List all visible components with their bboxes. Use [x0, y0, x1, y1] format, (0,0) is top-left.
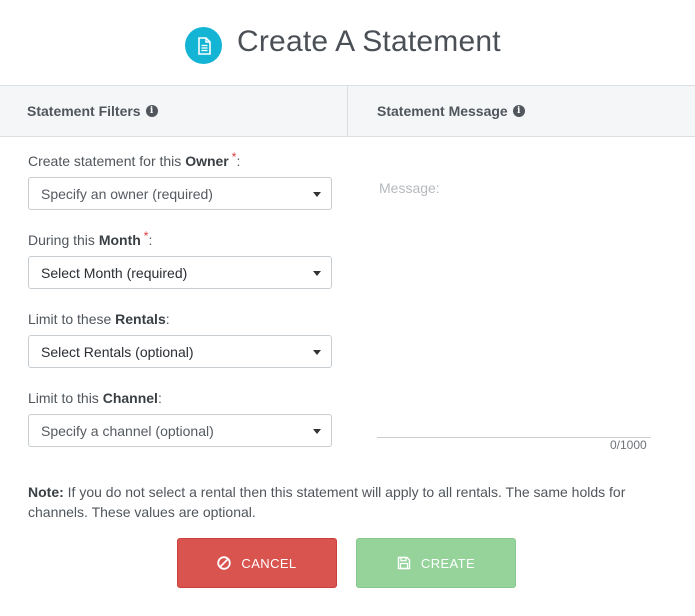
rentals-label: Limit to these Rentals:: [28, 311, 170, 327]
cancel-button-label: CANCEL: [241, 555, 297, 571]
message-placeholder: Message:: [379, 180, 440, 196]
note-text: Note: If you do not select a rental then…: [28, 482, 678, 522]
required-mark: *: [143, 229, 149, 243]
statement-filters-label: Statement Filters: [27, 103, 141, 119]
channel-label-bold: Channel: [102, 390, 158, 406]
rentals-select-value: Select Rentals (optional): [41, 343, 194, 360]
cancel-button[interactable]: CANCEL: [177, 538, 337, 588]
header: Create A Statement: [0, 0, 695, 86]
channel-label: Limit to this Channel:: [28, 390, 162, 406]
statement-message-header: Statement Message i: [377, 103, 525, 119]
section-headers: Statement Filters i Statement Message i: [0, 86, 695, 137]
month-label-prefix: During this: [28, 232, 99, 248]
message-textarea[interactable]: Message:: [377, 172, 651, 438]
create-button-label: CREATE: [420, 555, 476, 571]
channel-label-suffix: :: [157, 390, 162, 406]
owner-select-placeholder: Specify an owner (required): [41, 185, 213, 202]
page-title: Create A Statement: [237, 25, 501, 58]
chevron-down-icon: [313, 271, 321, 276]
owner-label-suffix: :: [236, 153, 241, 169]
ban-icon: [217, 556, 232, 570]
rentals-label-suffix: :: [165, 311, 170, 327]
chevron-down-icon: [313, 429, 321, 434]
chevron-down-icon: [313, 192, 321, 197]
column-divider: [347, 86, 348, 136]
month-select-value: Select Month (required): [41, 264, 188, 281]
owner-select[interactable]: Specify an owner (required): [28, 177, 332, 210]
document-icon: [185, 27, 222, 64]
note-label: Note:: [28, 484, 64, 500]
info-icon[interactable]: i: [512, 105, 525, 117]
create-button[interactable]: CREATE: [356, 538, 516, 588]
chevron-down-icon: [313, 350, 321, 355]
owner-label-prefix: Create statement for this: [28, 153, 186, 169]
character-count: 0/1000: [610, 438, 647, 452]
info-icon[interactable]: i: [145, 105, 158, 117]
rentals-label-prefix: Limit to these: [28, 311, 116, 327]
month-label-bold: Month: [98, 232, 141, 248]
month-label: During this Month *:: [28, 229, 153, 248]
owner-label-bold: Owner: [185, 153, 229, 169]
channel-select-placeholder: Specify a channel (optional): [41, 422, 214, 439]
save-icon: [397, 556, 411, 570]
channel-select[interactable]: Specify a channel (optional): [28, 414, 332, 447]
required-mark: *: [231, 150, 237, 164]
month-label-suffix: :: [148, 232, 153, 248]
rentals-select[interactable]: Select Rentals (optional): [28, 335, 332, 368]
month-select[interactable]: Select Month (required): [28, 256, 332, 289]
statement-message-label: Statement Message: [377, 103, 508, 119]
rentals-label-bold: Rentals: [115, 311, 166, 327]
statement-filters-header: Statement Filters i: [27, 103, 158, 119]
owner-label: Create statement for this Owner *:: [28, 150, 241, 169]
channel-label-prefix: Limit to this: [28, 390, 103, 406]
note-body: If you do not select a rental then this …: [28, 484, 626, 520]
